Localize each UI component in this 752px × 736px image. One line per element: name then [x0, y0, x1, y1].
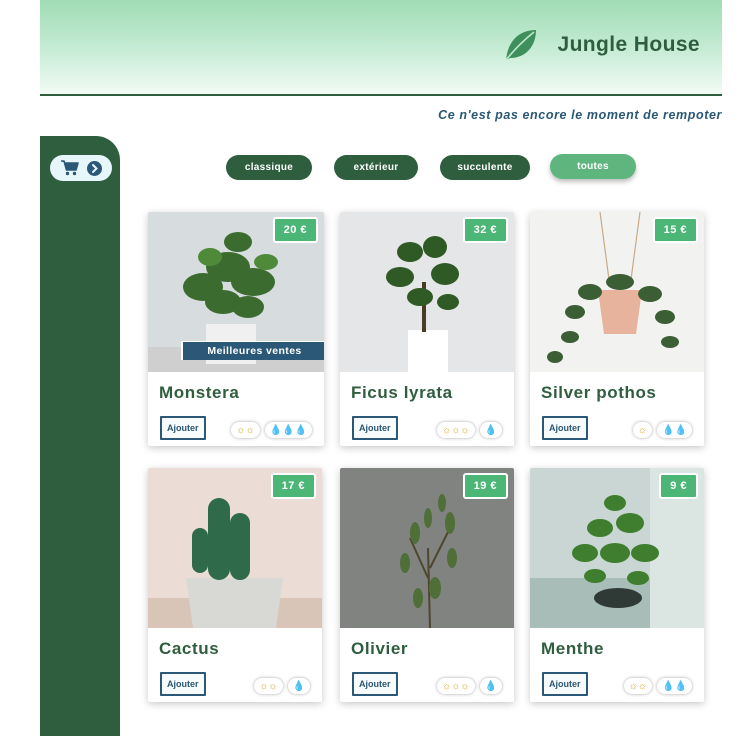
product-card-ficus-lyrata: 32 € Ficus lyrata Ajouter ☼☼☼ 💧	[340, 212, 514, 446]
leaf-logo-icon	[504, 30, 536, 61]
light-level-indicator: ☼☼	[623, 678, 653, 694]
brand-title: Jungle House	[557, 33, 700, 56]
product-card-olivier: 19 € Olivier Ajouter ☼☼☼ 💧	[340, 468, 514, 702]
product-card-monstera: 20 € Meilleures ventes Monstera Ajouter …	[148, 212, 324, 446]
product-card-menthe: 9 € Menthe Ajouter ☼☼ 💧💧	[530, 468, 704, 702]
product-name: Cactus	[159, 639, 220, 658]
product-name: Silver pothos	[541, 383, 657, 402]
product-name: Olivier	[351, 639, 409, 658]
water-level-indicator: 💧💧	[657, 422, 692, 438]
bestseller-badge: Meilleures ventes	[181, 341, 324, 360]
product-card-silver-pothos: 15 € Silver pothos Ajouter ☼ 💧💧	[530, 212, 704, 446]
add-to-cart-button[interactable]: Ajouter	[160, 416, 206, 440]
care-indicators: ☼ 💧💧	[632, 422, 692, 438]
add-to-cart-button[interactable]: Ajouter	[542, 672, 588, 696]
light-level-indicator: ☼☼	[254, 678, 283, 694]
care-indicators: ☼☼☼ 💧	[437, 678, 502, 694]
filter-succulente[interactable]: succulente	[440, 155, 530, 180]
brand: Jungle House	[502, 26, 701, 64]
add-to-cart-button[interactable]: Ajouter	[352, 416, 398, 440]
water-level-indicator: 💧💧	[657, 678, 692, 694]
add-to-cart-button[interactable]: Ajouter	[542, 416, 588, 440]
filter-classique[interactable]: classique	[226, 155, 312, 180]
care-indicators: ☼☼ 💧💧	[623, 678, 692, 694]
category-filters: classique extérieur succulente toutes	[0, 154, 752, 185]
add-to-cart-button[interactable]: Ajouter	[352, 672, 398, 696]
price-badge: 19 €	[462, 473, 508, 499]
water-level-indicator: 💧	[287, 678, 310, 694]
header-banner: Jungle House	[40, 0, 722, 96]
price-badge: 32 €	[462, 217, 508, 243]
cart-sidebar	[40, 136, 120, 736]
water-level-indicator: 💧💧💧	[264, 422, 312, 438]
filter-toutes[interactable]: toutes	[550, 154, 636, 179]
product-card-cactus: 17 € Cactus Ajouter ☼☼ 💧	[148, 468, 322, 702]
light-level-indicator: ☼☼☼	[437, 678, 475, 694]
care-indicators: ☼☼ 💧	[254, 678, 310, 694]
product-name: Menthe	[541, 639, 605, 658]
price-badge: 20 €	[272, 217, 318, 243]
light-level-indicator: ☼☼	[231, 422, 260, 438]
care-indicators: ☼☼ 💧💧💧	[231, 422, 312, 438]
product-name: Monstera	[159, 383, 240, 402]
water-level-indicator: 💧	[479, 422, 502, 438]
add-to-cart-button[interactable]: Ajouter	[160, 672, 206, 696]
light-level-indicator: ☼☼☼	[437, 422, 475, 438]
light-level-indicator: ☼	[632, 422, 653, 438]
price-badge: 17 €	[270, 473, 316, 499]
filter-exterieur[interactable]: extérieur	[334, 155, 418, 180]
water-level-indicator: 💧	[479, 678, 502, 694]
product-name: Ficus lyrata	[351, 383, 453, 402]
price-badge: 9 €	[659, 473, 698, 499]
price-badge: 15 €	[652, 217, 698, 243]
tagline: Ce n'est pas encore le moment de rempote…	[438, 108, 722, 122]
care-indicators: ☼☼☼ 💧	[437, 422, 502, 438]
